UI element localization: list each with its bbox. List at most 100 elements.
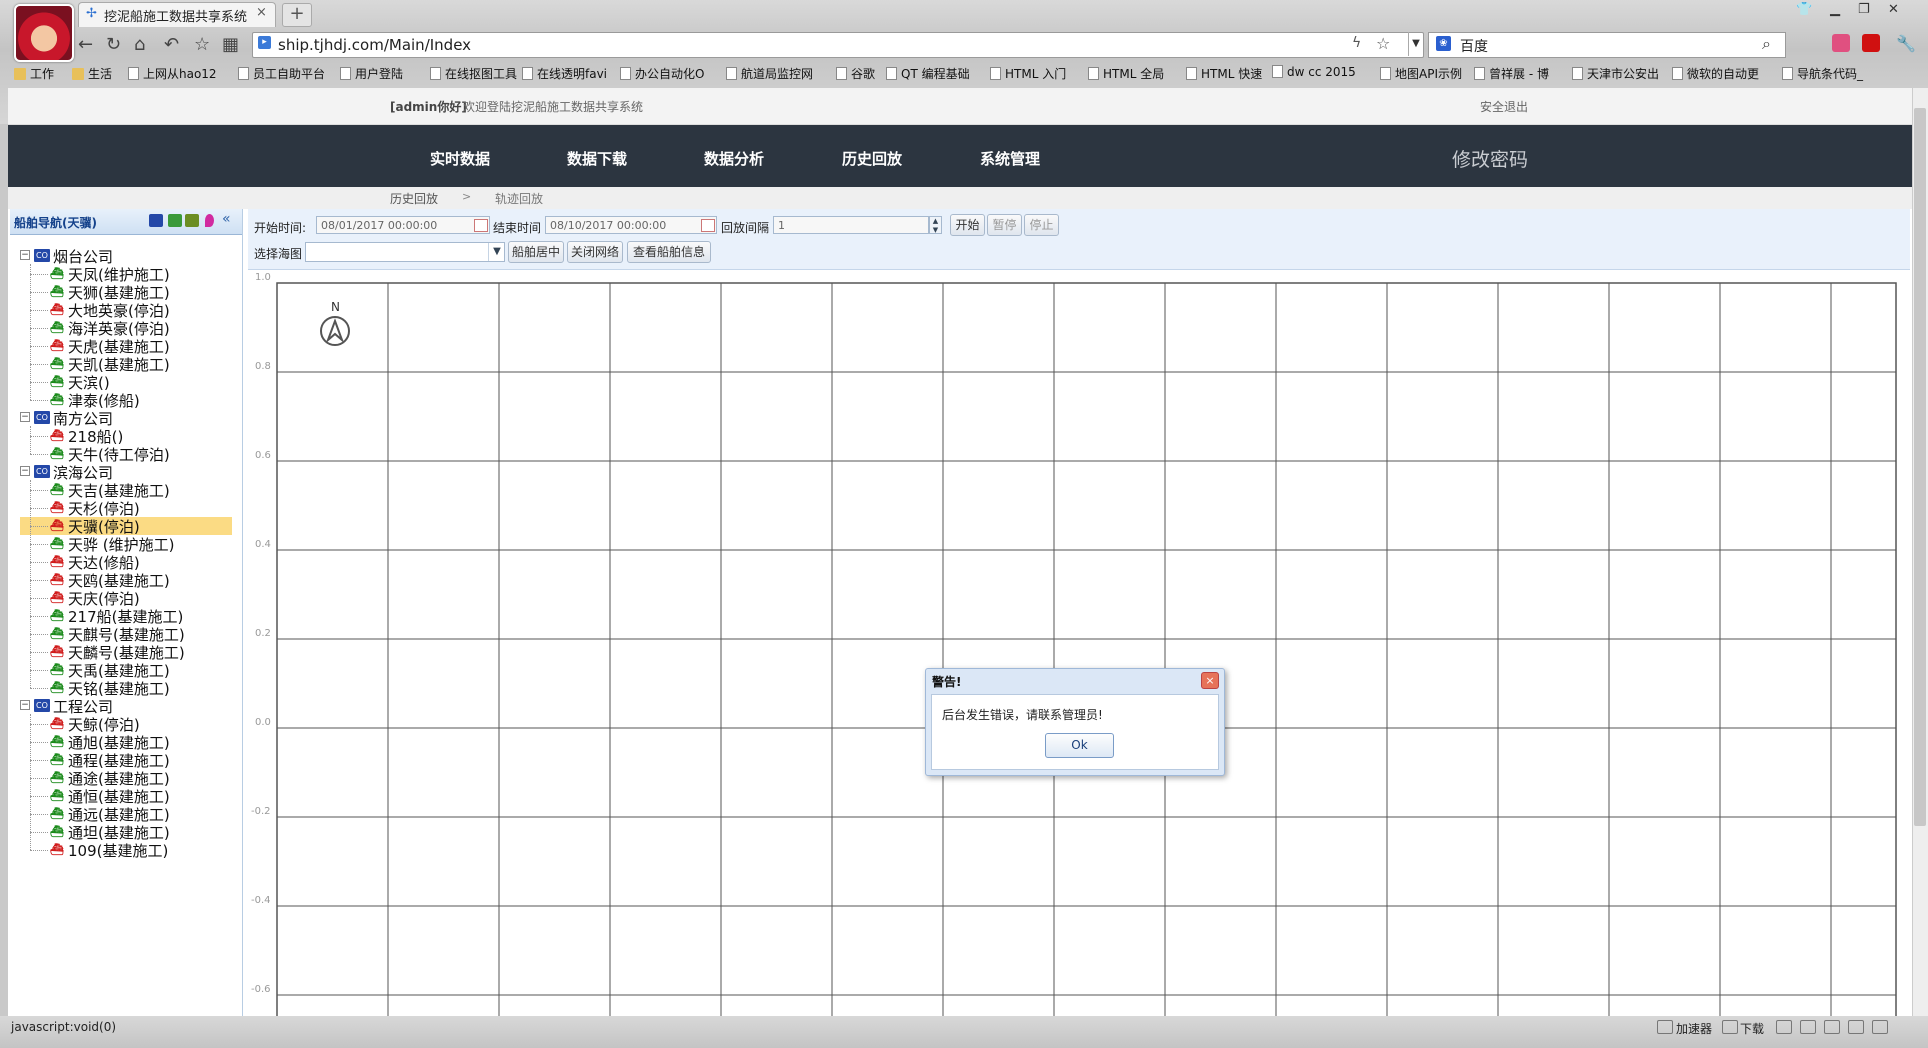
bookmark-item[interactable]: 在线抠图工具 [430,65,517,82]
bookmark-item[interactable]: 天津市公安出 [1572,65,1659,82]
accelerator-label[interactable]: 加速器 [1676,1020,1712,1037]
bookmark-item[interactable]: 航道局监控网 [726,65,813,82]
extension-icon[interactable] [1832,34,1850,52]
logout-link[interactable]: 安全退出 [1480,98,1528,115]
tab-close-icon[interactable]: × [256,5,267,20]
tree-collapse-icon[interactable]: − [20,700,30,710]
breadcrumb-history[interactable]: 历史回放 [390,190,438,207]
location-pin-icon[interactable] [205,214,214,227]
address-text[interactable]: ship.tjhdj.com/Main/Index [278,36,471,54]
end-time-input[interactable]: 08/10/2017 00:00:00 [545,216,717,234]
calendar-icon[interactable] [701,219,715,232]
undo-icon[interactable]: ↶ [164,34,179,55]
extension-icon[interactable] [1862,34,1880,52]
ok-button[interactable]: Ok [1045,733,1114,758]
tree-connector [30,526,48,527]
bookmark-item[interactable]: 微软的自动更 [1672,65,1759,82]
chart-map[interactable] [248,270,1910,1016]
bookmark-item[interactable]: 工作 [14,65,54,82]
accelerator-icon[interactable] [1657,1020,1673,1034]
download-label[interactable]: 下载 [1740,1020,1764,1037]
home-icon[interactable]: ⌂ [134,34,145,55]
collapse-icon[interactable]: « [222,211,231,227]
nav-history[interactable]: 历史回放 [842,148,902,169]
nav-system[interactable]: 系统管理 [980,148,1040,169]
bookmark-item[interactable]: HTML 入门 [990,65,1066,82]
bookmark-star-icon[interactable]: ☆ [1376,34,1390,53]
interval-input[interactable]: 1 [773,216,929,234]
tree-ship[interactable]: 109(基建施工) [68,840,168,861]
pro-icon[interactable] [185,214,199,227]
bookmark-item[interactable]: 地图API示例 [1380,65,1462,82]
tree-connector [30,310,48,311]
bookmark-item[interactable]: dw cc 2015 [1272,65,1356,79]
window-close-icon[interactable]: ✕ [1888,2,1899,17]
back-icon[interactable]: ← [78,34,93,55]
ship-icon: ⛴ [50,789,64,802]
view-ship-info-button[interactable]: 查看船舶信息 [627,241,711,263]
bookmark-item[interactable]: 曾祥展 - 博 [1474,65,1549,82]
bookmark-item[interactable]: 导航条代码_ [1782,65,1863,82]
bookmark-item[interactable]: 用户登陆 [340,65,403,82]
chart-select[interactable] [305,242,505,262]
speed-mode-icon[interactable]: ϟ [1352,35,1361,51]
scrollbar-thumb[interactable] [1914,108,1926,826]
tree-collapse-icon[interactable]: − [20,250,30,260]
tree-collapse-icon[interactable]: − [20,466,30,476]
page-icon [836,67,847,80]
new-tab-button[interactable]: + [282,3,312,27]
ship-icon: ⛴ [50,447,64,460]
start-button[interactable]: 开始 [950,214,985,236]
nav-change-password[interactable]: 修改密码 [1452,145,1528,172]
bookmark-item[interactable]: 生活 [72,65,112,82]
translate-icon[interactable] [1800,1020,1816,1034]
ship-icon: ⛴ [50,681,64,694]
company-filter-icon[interactable] [149,214,163,227]
download-icon[interactable] [1722,1020,1738,1034]
dialog-close-icon[interactable]: × [1201,672,1219,689]
center-ship-button[interactable]: 船舶居中 [508,241,564,263]
apps-grid-icon[interactable]: ▦ [222,34,239,55]
window-icon[interactable] [1848,1020,1864,1034]
favorite-star-icon[interactable]: ☆ [194,34,210,55]
close-network-button[interactable]: 关闭网络 [567,241,623,263]
stop-button[interactable]: 停止 [1024,214,1059,236]
bookmark-item[interactable]: QT 编程基础 [886,65,970,82]
chevron-down-icon[interactable]: ▼ [488,243,505,261]
skin-icon[interactable]: 👕 [1796,2,1812,17]
refresh-icon[interactable]: ↻ [106,34,121,55]
bookmark-item[interactable]: 谷歌 [836,65,875,82]
bookmark-item[interactable]: 上网从hao12 [128,65,217,82]
bookmark-item[interactable]: HTML 快速 [1186,65,1262,82]
maximize-icon[interactable]: ❐ [1858,2,1870,17]
bookmark-item[interactable]: 员工自助平台 [238,65,325,82]
wrench-menu-icon[interactable]: 🔧 [1896,34,1916,53]
bookmark-item[interactable]: HTML 全局 [1088,65,1164,82]
spinner-icon[interactable]: ▲ ▼ [929,216,942,234]
tab-title: 挖泥船施工数据共享系统 [104,10,248,25]
screenshot-icon[interactable] [1776,1020,1792,1034]
ship-icon: ⛴ [50,771,64,784]
bookmark-label: 生活 [88,67,113,81]
start-time-input[interactable]: 08/01/2017 00:00:00 [316,216,490,234]
profile-avatar[interactable] [14,4,74,62]
bookmark-item[interactable]: 在线透明favi [522,65,607,82]
pause-button[interactable]: 暂停 [987,214,1022,236]
ship-icon: ⛴ [50,501,64,514]
nav-analysis[interactable]: 数据分析 [704,148,764,169]
minimize-icon[interactable]: ▁ [1830,2,1840,17]
search-icon[interactable]: ⌕ [1762,34,1771,54]
nav-realtime[interactable]: 实时数据 [430,148,490,169]
zoom-icon[interactable] [1872,1020,1888,1034]
bookmark-item[interactable]: 办公自动化O [620,65,704,82]
calendar-icon[interactable] [474,219,488,232]
tree-collapse-icon[interactable]: − [20,412,30,422]
bookmark-label: 在线透明favi [537,67,608,81]
baidu-icon[interactable]: ❀ [1436,36,1451,51]
site-info-icon[interactable]: ▸ [258,36,271,49]
sound-icon[interactable] [1824,1020,1840,1034]
nav-download[interactable]: 数据下载 [567,148,627,169]
ship-filter-icon[interactable] [168,214,182,227]
search-engine-label[interactable]: 百度 [1460,36,1488,56]
address-dropdown-icon[interactable]: ▼ [1408,32,1423,56]
